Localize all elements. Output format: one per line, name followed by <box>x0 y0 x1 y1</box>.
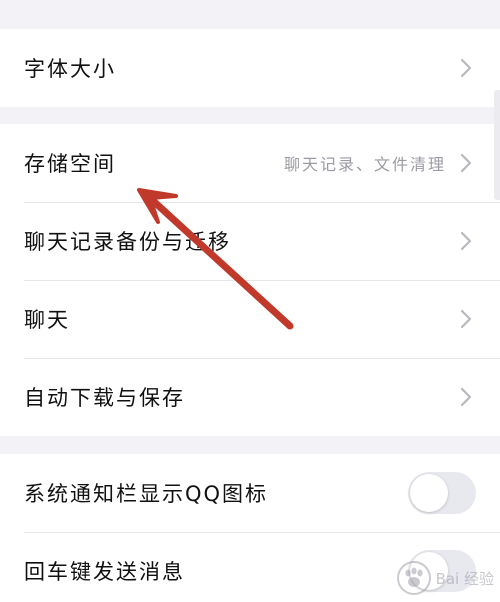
chevron-right-icon <box>456 231 476 251</box>
chat-backup-label: 聊天记录备份与迁移 <box>24 230 231 254</box>
chat-backup-row[interactable]: 聊天记录备份与迁移 <box>0 202 500 280</box>
chat-label: 聊天 <box>24 308 70 332</box>
settings-group-storage: 存储空间 聊天记录、文件清理 聊天记录备份与迁移 聊天 自动下载与保存 <box>0 124 500 436</box>
storage-label: 存储空间 <box>24 152 116 176</box>
chevron-right-icon <box>456 387 476 407</box>
font-size-row[interactable]: 字体大小 <box>0 29 500 107</box>
notification-icon-toggle[interactable] <box>408 472 476 514</box>
chevron-right-icon <box>456 309 476 329</box>
settings-group-display: 字体大小 <box>0 29 500 107</box>
paw-logo-icon <box>396 561 431 595</box>
notification-icon-label: 系统通知栏显示QQ图标 <box>24 482 269 506</box>
scroll-indicator <box>494 90 500 200</box>
settings-page: 字体大小 存储空间 聊天记录、文件清理 聊天记录备份与迁移 聊天 自动下载与保存… <box>0 0 500 602</box>
font-size-label: 字体大小 <box>24 57 116 81</box>
storage-subtext: 聊天记录、文件清理 <box>283 155 446 174</box>
auto-download-row[interactable]: 自动下载与保存 <box>0 358 500 436</box>
watermark-text: Bai 经验 <box>435 569 494 588</box>
toggle-knob <box>410 474 448 512</box>
notification-icon-row: 系统通知栏显示QQ图标 <box>0 454 500 532</box>
enter-send-label: 回车键发送消息 <box>24 560 185 584</box>
storage-row[interactable]: 存储空间 聊天记录、文件清理 <box>0 124 500 202</box>
auto-download-label: 自动下载与保存 <box>24 386 185 410</box>
chevron-right-icon <box>456 153 476 173</box>
chevron-right-icon <box>456 58 476 78</box>
chat-row[interactable]: 聊天 <box>0 280 500 358</box>
baidu-jingyan-watermark: Bai 经验 <box>396 560 494 596</box>
